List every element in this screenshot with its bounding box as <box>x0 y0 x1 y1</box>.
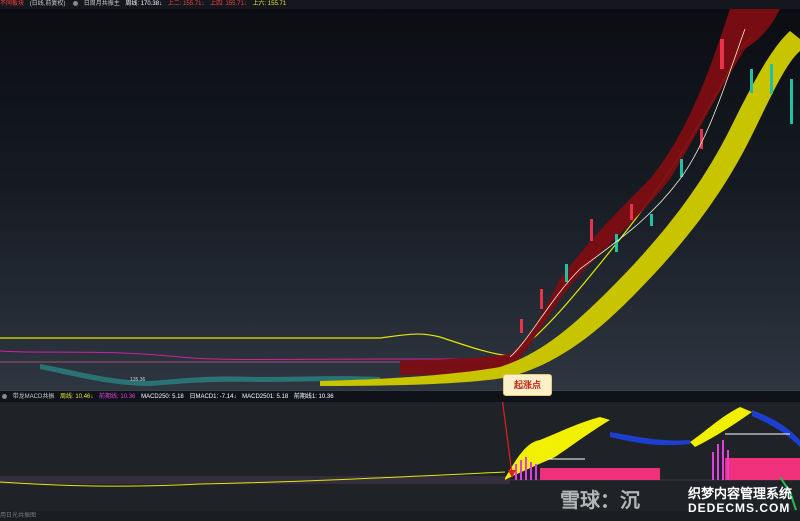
front-line: 前期线1: 10.36 <box>293 394 334 400</box>
watermark: 雪球：沉 织梦内容管理系统 DEDECMS.COM <box>560 480 800 521</box>
macd250-value: MACD250: 5.18 <box>141 394 184 400</box>
weekly-value: 周线: 170.38↓ <box>125 1 163 7</box>
kline-type: (日线,前复权) <box>29 1 66 7</box>
blue-wave <box>610 432 690 446</box>
start-point-callout: 起涨点 <box>503 374 552 396</box>
up4-value: 上四: 155.71↓ <box>210 1 247 7</box>
macd2501-value: MACD2501: 5.18 <box>242 394 289 400</box>
top-line: 前期线: 10.36 <box>99 394 136 400</box>
blue-wave-2 <box>752 410 800 447</box>
magenta-line <box>0 350 500 360</box>
status-text: 用日光共振图 <box>0 513 37 519</box>
indicator-name[interactable]: 日周月共振主 <box>84 1 120 7</box>
watermark-domain: DEDECMS.COM <box>688 501 791 515</box>
settings-icon[interactable] <box>2 393 7 399</box>
pink-block-1 <box>540 468 660 480</box>
chart-title-bar: 不同板块 (日线,前复权) 日周月共振主 周线: 170.38↓ 上二: 155… <box>0 0 800 9</box>
macd-histogram-left <box>0 471 510 487</box>
up2-value: 上二: 155.71↓ <box>167 1 205 7</box>
yellow-wave-2 <box>690 407 752 447</box>
up6-value: 上六: 155.71 <box>252 1 287 7</box>
weekly-macd: 周线: 10.46↓ <box>60 394 94 400</box>
watermark-site: 织梦内容管理系统 <box>688 486 793 501</box>
price-label: 135.36 <box>130 377 146 383</box>
indicator-title-bar: 带龙MACD共振 周线: 10.46↓ 前期线: 10.36 MACD250: … <box>0 393 800 402</box>
watermark-logo: 雪球：沉 <box>560 490 640 512</box>
price-chart-svg <box>0 9 800 386</box>
indicator-name[interactable]: 带龙MACD共振 <box>13 394 55 400</box>
yellow-ribbon <box>320 31 800 386</box>
stock-name[interactable]: 不同板块 <box>0 1 24 7</box>
panel-divider[interactable] <box>0 390 800 391</box>
macd1-value: 日MACD1: -7.14↓ <box>189 394 237 400</box>
settings-icon[interactable] <box>73 0 79 6</box>
callout-arrow <box>499 381 513 475</box>
pink-block-2 <box>725 458 800 480</box>
price-chart[interactable] <box>0 9 800 390</box>
